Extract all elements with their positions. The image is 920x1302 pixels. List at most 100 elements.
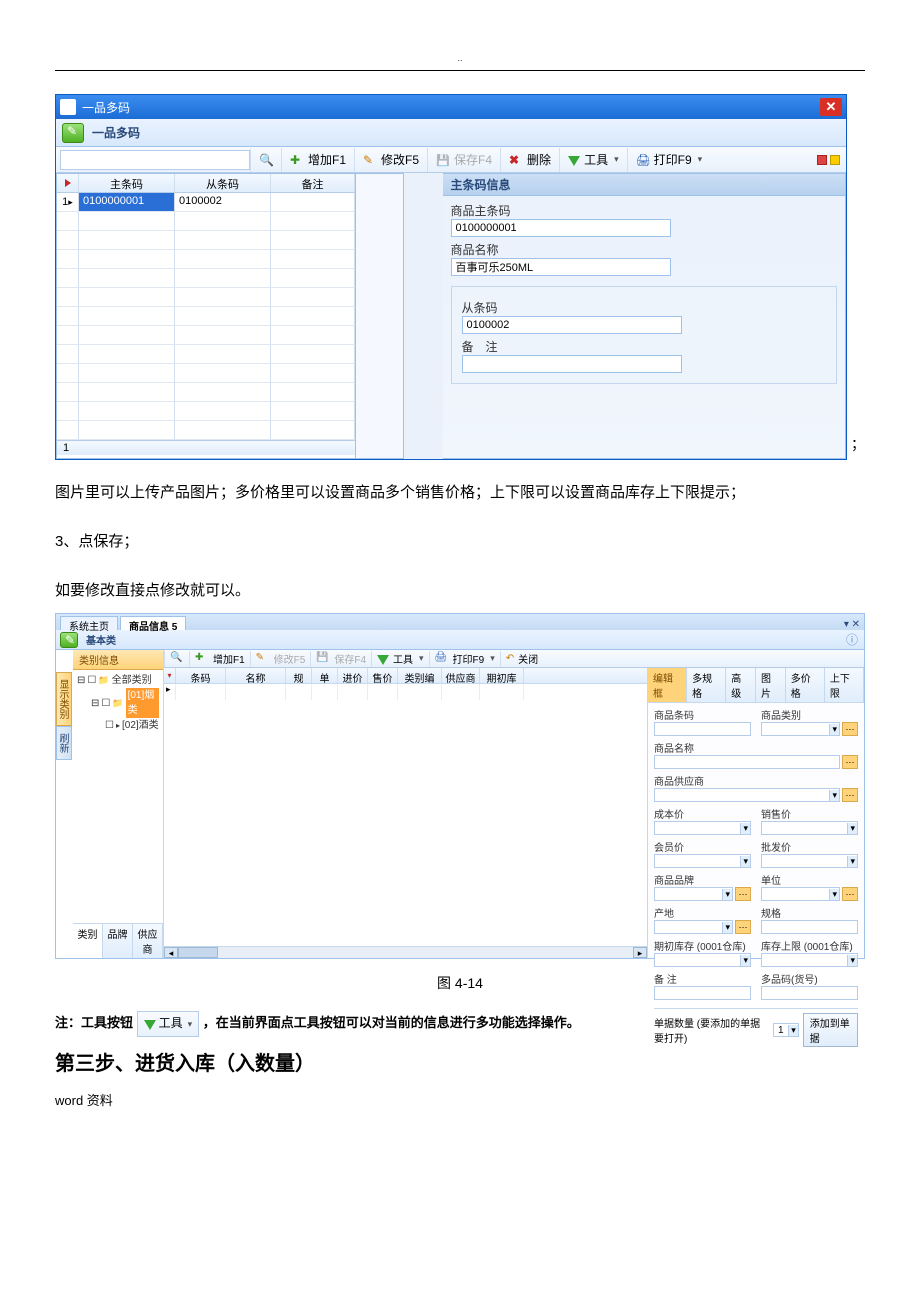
product-name-field[interactable] <box>451 258 671 276</box>
triangle-down-icon[interactable] <box>65 179 71 187</box>
tab-system-home[interactable]: 系统主页 <box>60 616 118 630</box>
cost-field[interactable] <box>654 821 751 835</box>
delete-icon <box>509 153 523 167</box>
brand-select[interactable] <box>654 887 733 901</box>
folder-icon <box>98 673 109 688</box>
btab-category[interactable]: 类别 <box>73 924 103 958</box>
unit-select[interactable] <box>761 887 840 901</box>
category-tree[interactable]: 类别信息 ⊟☐全部类别 ⊟☐[01]烟类 ☐[02]酒类 <box>73 650 163 923</box>
search-button[interactable] <box>164 651 189 667</box>
main-code-field[interactable] <box>451 219 671 237</box>
close-button[interactable]: ↶关闭 <box>500 651 543 667</box>
rtab-multiprice[interactable]: 多价格 <box>786 668 825 702</box>
ellipsis-button[interactable]: ⋯ <box>842 887 858 901</box>
app-icon <box>60 99 76 115</box>
right-footer: 单据数量 (要添加的单据要打开) 1 添加到单据 <box>654 1008 858 1047</box>
ellipsis-button[interactable]: ⋯ <box>735 887 751 901</box>
cat-select[interactable] <box>761 722 840 736</box>
save-button[interactable]: 保存F4 <box>427 148 500 172</box>
search-button[interactable] <box>250 148 281 172</box>
plus-icon <box>290 153 304 167</box>
vip-field[interactable] <box>654 854 751 868</box>
add-button[interactable]: 增加F1 <box>189 651 250 667</box>
wholesale-field[interactable] <box>761 854 858 868</box>
document-icon <box>60 632 78 648</box>
main-grid[interactable]: 主条码 从条码 备注 1▸ 0100000001 0100002 <box>56 173 356 459</box>
ellipsis-button[interactable]: ⋯ <box>842 788 858 802</box>
ellipsis-button[interactable]: ⋯ <box>735 920 751 934</box>
add-button[interactable]: 增加F1 <box>281 148 354 172</box>
origin-select[interactable] <box>654 920 733 934</box>
funnel-icon <box>568 156 580 166</box>
print-button[interactable]: 打印F9▾ <box>429 651 500 667</box>
stockmax-field[interactable] <box>761 953 858 967</box>
mid-grid[interactable]: ▾ 条码 名称 规格 单位 进价 售价 类别编号 供应商 期初库存 ◂▸ <box>164 668 648 958</box>
field-label: 商品主条码 <box>451 202 838 219</box>
rtab-limits[interactable]: 上下限 <box>825 668 864 702</box>
note-field[interactable] <box>654 986 751 1000</box>
spec-field[interactable] <box>761 920 858 934</box>
tree-node[interactable]: ☐[02]酒类 <box>77 718 159 733</box>
edit-button[interactable]: 修改F5 <box>354 148 427 172</box>
delete-button[interactable]: 删除 <box>500 148 559 172</box>
rtab-edit[interactable]: 编辑框 <box>648 668 687 702</box>
initstock-field[interactable] <box>654 953 751 967</box>
sq-icon[interactable] <box>830 155 840 165</box>
tool-button[interactable]: 工具▾ <box>371 651 429 667</box>
print-button[interactable]: 打印F9▾ <box>627 148 711 172</box>
rtab-image[interactable]: 图片 <box>756 668 786 702</box>
multicode-field[interactable] <box>761 986 858 1000</box>
info-panel-title: 主条码信息 <box>443 174 846 196</box>
tree-node-root[interactable]: ⊟☐全部类别 <box>77 673 159 688</box>
table-row[interactable] <box>164 684 647 700</box>
search-icon <box>170 652 184 666</box>
window-product-info: 系统主页 商品信息 5 ▾ ✕ 基本类 ⓘ 增加F1 修改F5 保存F4 工具▾… <box>55 613 865 959</box>
grid-header: ▾ 条码 名称 规格 单位 进价 售价 类别编号 供应商 期初库存 <box>164 668 647 684</box>
sq-icon[interactable] <box>817 155 827 165</box>
grid-body[interactable] <box>164 684 647 946</box>
paragraph: 3、点保存； <box>55 525 865 558</box>
folder-icon <box>112 696 123 711</box>
doc-qty-select[interactable]: 1 <box>773 1023 799 1037</box>
bottom-tabs: 类别 品牌 供应商 <box>73 923 163 958</box>
trailing-semicolon: ； <box>851 434 865 454</box>
save-button: 保存F4 <box>310 651 371 667</box>
tab-controls[interactable]: ▾ ✕ <box>844 619 860 630</box>
supplier-select[interactable] <box>654 788 840 802</box>
close-icon[interactable]: ✕ <box>820 98 842 116</box>
btab-brand[interactable]: 品牌 <box>103 924 133 958</box>
search-input[interactable] <box>60 150 250 170</box>
vtab-refresh[interactable]: 刷新 <box>56 726 72 760</box>
rtab-advanced[interactable]: 高级 <box>726 668 756 702</box>
print-icon <box>435 652 449 666</box>
btab-supplier[interactable]: 供应商 <box>133 924 163 958</box>
name-field[interactable] <box>654 755 840 769</box>
vtab-category[interactable]: 显示类别 <box>56 672 72 726</box>
ellipsis-button[interactable]: ⋯ <box>842 722 858 736</box>
tree-header: 类别信息 <box>73 650 163 670</box>
note-field[interactable] <box>462 355 682 373</box>
box-icon <box>116 718 120 733</box>
inline-tool-button: 工具 ▾ <box>137 1011 200 1037</box>
sale-field[interactable] <box>761 821 858 835</box>
sub-header-title: 基本类 <box>86 632 116 647</box>
ellipsis-button[interactable]: ⋯ <box>842 755 858 769</box>
tail-icons <box>817 155 846 165</box>
edit-icon <box>256 652 270 666</box>
table-row[interactable]: 1▸ 0100000001 0100002 <box>57 193 355 212</box>
tab-product-info[interactable]: 商品信息 5 <box>120 616 186 630</box>
step-heading: 第三步、进货入库（入数量） <box>55 1047 865 1076</box>
right-tabs: 编辑框 多规格 高级 图片 多价格 上下限 <box>648 668 864 703</box>
tree-node[interactable]: ⊟☐[01]烟类 <box>77 688 159 718</box>
rtab-multispec[interactable]: 多规格 <box>687 668 726 702</box>
add-to-doc-button[interactable]: 添加到单据 <box>803 1013 858 1047</box>
tool-button[interactable]: 工具▾ <box>559 148 627 172</box>
chevron-down-icon: ▾ <box>614 154 619 165</box>
left-sidebar: 显示类别 刷新 类别信息 ⊟☐全部类别 ⊟☐[01]烟类 ☐[02]酒类 类别 … <box>56 650 164 958</box>
search-icon <box>259 153 273 167</box>
help-icon[interactable]: ⓘ <box>846 631 858 648</box>
horizontal-scrollbar[interactable]: ◂▸ <box>164 946 647 958</box>
info-panel: 主条码信息 商品主条码 商品名称 从条码 备 注 <box>443 173 847 459</box>
sub-code-field[interactable] <box>462 316 682 334</box>
code-field[interactable] <box>654 722 751 736</box>
